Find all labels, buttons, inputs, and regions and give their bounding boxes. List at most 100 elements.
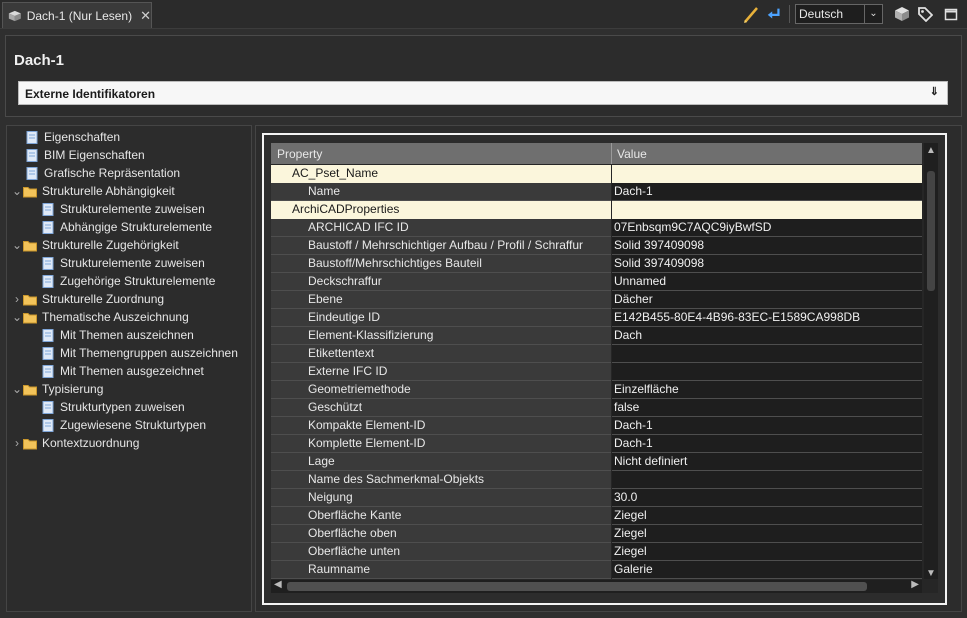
tab-dach-1[interactable]: Dach-1 (Nur Lesen) ✕ [2, 2, 152, 28]
close-icon[interactable]: ✕ [140, 8, 151, 24]
vertical-scrollbar[interactable]: ▲ ▼ [924, 143, 938, 579]
pencil-icon[interactable] [742, 3, 760, 25]
section-dropdown[interactable]: Externe Identifikatoren ⇓ [18, 81, 948, 105]
tree-item[interactable]: Mit Themen ausgezeichnet [41, 362, 204, 380]
tree-item-label: Thematische Auszeichnung [42, 310, 189, 324]
property-value-cell[interactable]: Dach [612, 327, 922, 345]
double-chevron-down-icon[interactable]: ⇓ [930, 85, 939, 98]
tree-item[interactable]: › Kontextzuordnung [11, 434, 139, 452]
property-value-cell[interactable] [612, 345, 922, 363]
tree-item[interactable]: Strukturtypen zuweisen [41, 398, 185, 416]
property-value-cell[interactable]: Dächer [612, 291, 922, 309]
table-row[interactable]: Externe IFC ID [271, 363, 922, 381]
cube-icon[interactable] [894, 6, 910, 22]
apply-arrow-icon[interactable] [765, 6, 783, 22]
tree-item[interactable]: Eigenschaften [25, 128, 120, 146]
table-row[interactable]: Baustoff / Mehrschichtiger Aufbau / Prof… [271, 237, 922, 255]
column-header-value[interactable]: Value [617, 147, 647, 161]
tree-item-label: BIM Eigenschaften [44, 148, 145, 162]
tree-item[interactable]: ⌄ Strukturelle Abhängigkeit [11, 182, 175, 200]
tree-item[interactable]: Abhängige Strukturelemente [41, 218, 212, 236]
table-row[interactable]: Komplette Element-ID Dach-1 [271, 435, 922, 453]
table-row[interactable]: Element-Klassifizierung Dach [271, 327, 922, 345]
tree-item[interactable]: Zugehörige Strukturelemente [41, 272, 215, 290]
tree-item[interactable]: ⌄ Strukturelle Zugehörigkeit [11, 236, 179, 254]
scrollbar-thumb[interactable] [287, 582, 867, 591]
maximize-icon[interactable] [943, 6, 959, 22]
document-icon [41, 328, 55, 342]
group-row[interactable]: AC_Pset_Name [271, 165, 922, 183]
property-value-cell[interactable] [612, 471, 922, 489]
property-value-cell[interactable]: Solid 397409098 [612, 255, 922, 273]
table-row[interactable]: Name Dach-1 [271, 183, 922, 201]
table-row[interactable]: Oberfläche Kante Ziegel [271, 507, 922, 525]
property-value-cell[interactable] [612, 201, 922, 219]
table-row[interactable]: Oberfläche unten Ziegel [271, 543, 922, 561]
tag-icon[interactable] [917, 6, 933, 22]
column-header-property[interactable]: Property [277, 147, 322, 161]
chevron-down-icon[interactable]: ⌄ [11, 184, 23, 198]
property-value-cell[interactable]: Dach-1 [612, 435, 922, 453]
scroll-up-icon[interactable]: ▲ [924, 145, 938, 156]
property-value-cell[interactable]: Unnamed [612, 273, 922, 291]
table-row[interactable]: Raumname Galerie [271, 561, 922, 579]
chevron-right-icon[interactable]: › [11, 292, 23, 306]
table-row[interactable]: ARCHICAD IFC ID 07Enbsqm9C7AQC9iyBwfSD [271, 219, 922, 237]
property-value-cell[interactable]: Nicht definiert [612, 453, 922, 471]
property-value-cell[interactable]: Galerie [612, 561, 922, 579]
chevron-right-icon[interactable]: › [11, 436, 23, 450]
table-row[interactable]: Geometriemethode Einzelfläche [271, 381, 922, 399]
scroll-left-icon[interactable]: ◀ [274, 579, 282, 590]
property-value-cell[interactable]: false [612, 399, 922, 417]
group-row[interactable]: ArchiCADProperties [271, 201, 922, 219]
property-value-cell[interactable]: 07Enbsqm9C7AQC9iyBwfSD [612, 219, 922, 237]
table-row[interactable]: Neigung 30.0 [271, 489, 922, 507]
tree-item[interactable]: Zugewiesene Strukturtypen [41, 416, 206, 434]
tree-item-label: Grafische Repräsentation [44, 166, 181, 180]
chevron-down-icon[interactable]: ⌄ [864, 5, 882, 23]
table-row[interactable]: Etikettentext [271, 345, 922, 363]
property-panel: Property Value AC_Pset_Name Name Dach-1 Arc… [255, 125, 962, 612]
table-row[interactable]: Name des Sachmerkmal-Objekts [271, 471, 922, 489]
tree-item[interactable]: Strukturelemente zuweisen [41, 200, 205, 218]
table-row[interactable]: Geschützt false [271, 399, 922, 417]
scroll-right-icon[interactable]: ▶ [911, 579, 919, 590]
tree-item[interactable]: ⌄ Typisierung [11, 380, 103, 398]
chevron-down-icon[interactable]: ⌄ [11, 238, 23, 252]
chevron-down-icon[interactable]: ⌄ [11, 382, 23, 396]
property-value-cell[interactable]: Einzelfläche [612, 381, 922, 399]
property-value-cell[interactable]: E142B455-80E4-4B96-83EC-E1589CA998DB [612, 309, 922, 327]
horizontal-scrollbar[interactable]: ◀ ▶ [271, 579, 922, 593]
table-row[interactable]: Oberfläche oben Ziegel [271, 525, 922, 543]
tree-item[interactable]: BIM Eigenschaften [25, 146, 145, 164]
scroll-down-icon[interactable]: ▼ [924, 568, 938, 579]
property-value-cell[interactable]: Ziegel [612, 543, 922, 561]
table-row[interactable]: Kompakte Element-ID Dach-1 [271, 417, 922, 435]
tree-item[interactable]: Grafische Repräsentation [25, 164, 180, 182]
table-row[interactable]: Ebene Dächer [271, 291, 922, 309]
tree-item[interactable]: Mit Themen auszeichnen [41, 326, 194, 344]
tree-item[interactable]: ⌄ Thematische Auszeichnung [11, 308, 189, 326]
table-row[interactable]: Lage Nicht definiert [271, 453, 922, 471]
property-value-cell[interactable] [612, 165, 922, 183]
property-value-cell[interactable]: Dach-1 [612, 417, 922, 435]
property-value-cell[interactable]: Ziegel [612, 525, 922, 543]
tab-label: Dach-1 (Nur Lesen) [26, 8, 133, 23]
property-value-cell[interactable]: Solid 397409098 [612, 237, 922, 255]
language-select[interactable]: Deutsch ⌄ [795, 4, 883, 24]
property-grid: Property Value AC_Pset_Name Name Dach-1 Arc… [271, 143, 938, 593]
tree-item[interactable]: Strukturelemente zuweisen [41, 254, 205, 272]
scrollbar-thumb[interactable] [927, 171, 935, 291]
property-value-cell[interactable]: 30.0 [612, 489, 922, 507]
window: Dach-1 (Nur Lesen) ✕ Deutsch ⌄ Dach-1 Ex… [0, 0, 967, 618]
table-row[interactable]: Deckschraffur Unnamed [271, 273, 922, 291]
table-row[interactable]: Eindeutige ID E142B455-80E4-4B96-83EC-E15… [271, 309, 922, 327]
tree-item[interactable]: › Strukturelle Zuordnung [11, 290, 164, 308]
table-row[interactable]: Baustoff/Mehrschichtiges Bauteil Solid 39… [271, 255, 922, 273]
property-value-cell[interactable] [612, 363, 922, 381]
chevron-down-icon[interactable]: ⌄ [11, 310, 23, 324]
tree-item[interactable]: Mit Themengruppen auszeichnen [41, 344, 238, 362]
property-value-cell[interactable]: Ziegel [612, 507, 922, 525]
property-value-cell[interactable]: Dach-1 [612, 183, 922, 201]
column-divider[interactable] [611, 143, 612, 164]
